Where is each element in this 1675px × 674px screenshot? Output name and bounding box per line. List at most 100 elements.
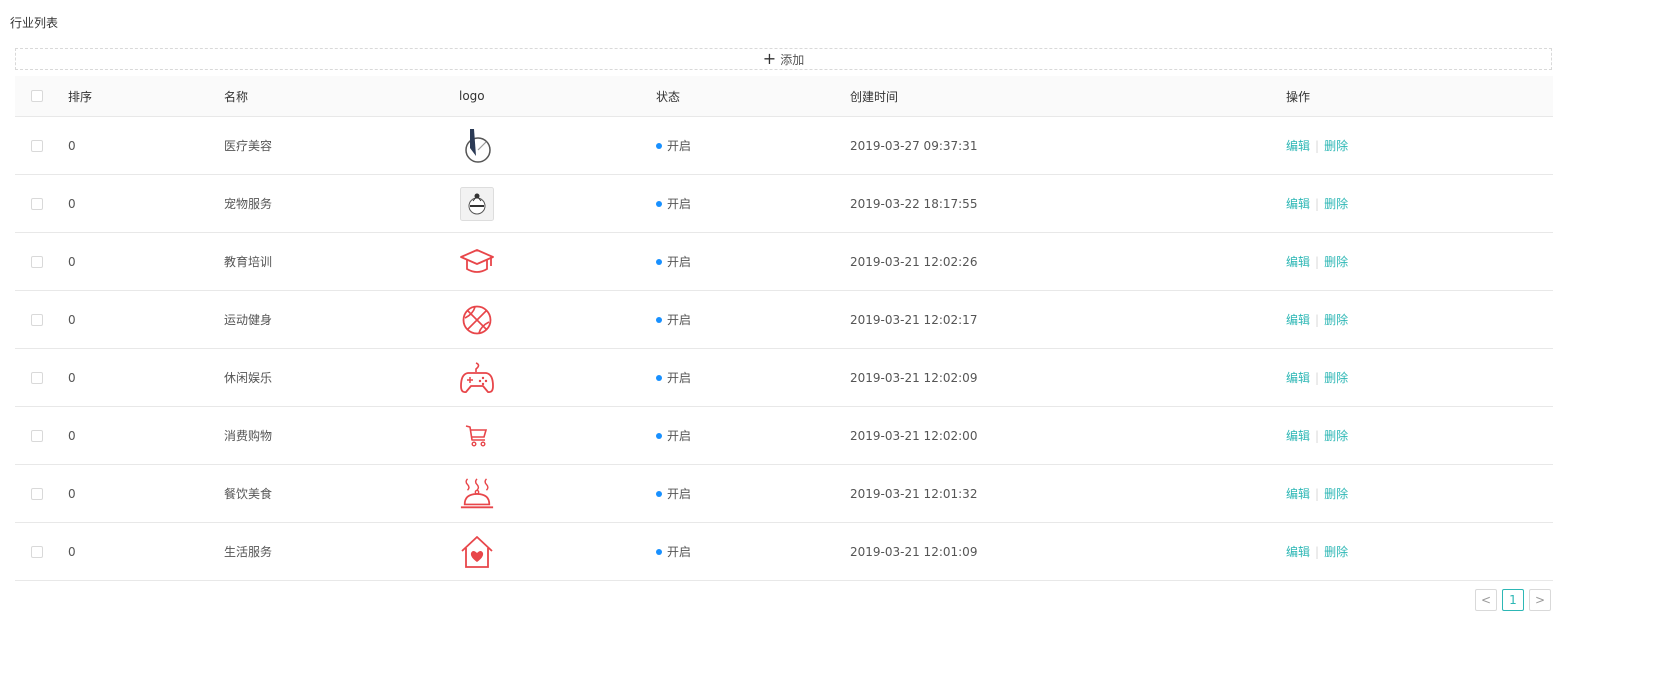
row-sort: 0 xyxy=(68,486,76,501)
status-dot-icon xyxy=(656,142,662,149)
status-text: 开启 xyxy=(667,139,692,153)
row-sort: 0 xyxy=(68,312,76,327)
select-all-checkbox[interactable] xyxy=(31,90,43,102)
home-heart-icon xyxy=(459,534,495,570)
row-sort: 0 xyxy=(68,254,76,269)
action-divider: | xyxy=(1315,312,1320,327)
row-name: 教育培训 xyxy=(224,255,273,269)
next-page-button[interactable]: > xyxy=(1529,589,1551,611)
row-name: 运动健身 xyxy=(224,313,273,327)
industry-table: 排序 名称 logo 状态 创建时间 操作 0 医疗美容 开启 2019-03-… xyxy=(15,76,1553,581)
edit-link[interactable]: 编辑 xyxy=(1286,369,1310,386)
page-number-button[interactable]: 1 xyxy=(1502,589,1524,611)
food-cloche-icon xyxy=(459,476,495,512)
row-created-time: 2019-03-21 12:01:32 xyxy=(850,486,978,501)
status-dot-icon xyxy=(656,316,662,323)
shopping-cart-icon xyxy=(459,418,495,454)
row-actions: 编辑 | 删除 xyxy=(1286,349,1348,406)
row-name: 医疗美容 xyxy=(224,139,273,153)
edit-link[interactable]: 编辑 xyxy=(1286,137,1310,154)
row-actions: 编辑 | 删除 xyxy=(1286,523,1348,580)
row-checkbox[interactable] xyxy=(31,487,43,500)
action-divider: | xyxy=(1315,428,1320,443)
edit-link[interactable]: 编辑 xyxy=(1286,195,1310,212)
row-name: 休闲娱乐 xyxy=(224,371,273,385)
status-badge: 开启 xyxy=(656,117,691,174)
pagination: < 1 > xyxy=(1475,589,1551,611)
edit-link[interactable]: 编辑 xyxy=(1286,543,1310,560)
action-divider: | xyxy=(1315,196,1320,211)
row-sort: 0 xyxy=(68,196,76,211)
row-checkbox[interactable] xyxy=(31,429,43,442)
row-created-time: 2019-03-27 09:37:31 xyxy=(850,138,978,153)
status-badge: 开启 xyxy=(656,233,691,290)
status-text: 开启 xyxy=(667,371,692,385)
status-dot-icon xyxy=(656,374,662,381)
status-badge: 开启 xyxy=(656,465,691,522)
row-actions: 编辑 | 删除 xyxy=(1286,291,1348,348)
table-row: 0 运动健身 开启 2019-03-21 12:02:17 编辑 | 删除 xyxy=(15,291,1553,349)
add-button-label: 添加 xyxy=(780,52,805,67)
delete-link[interactable]: 删除 xyxy=(1324,369,1348,386)
add-button[interactable]: + 添加 xyxy=(15,48,1552,70)
action-divider: | xyxy=(1315,138,1320,153)
plus-icon: + xyxy=(762,49,777,68)
row-sort: 0 xyxy=(68,370,76,385)
column-header-status: 状态 xyxy=(656,89,681,104)
action-divider: | xyxy=(1315,544,1320,559)
row-checkbox[interactable] xyxy=(31,255,43,268)
prev-page-button[interactable]: < xyxy=(1475,589,1497,611)
row-created-time: 2019-03-21 12:02:00 xyxy=(850,428,978,443)
edit-link[interactable]: 编辑 xyxy=(1286,427,1310,444)
status-text: 开启 xyxy=(667,255,692,269)
column-header-sort: 排序 xyxy=(68,89,93,104)
table-row: 0 休闲娱乐 开启 2019-03-21 12:02:09 编辑 | 删除 xyxy=(15,349,1553,407)
row-checkbox[interactable] xyxy=(31,545,43,558)
row-name: 生活服务 xyxy=(224,545,273,559)
status-text: 开启 xyxy=(667,487,692,501)
row-checkbox[interactable] xyxy=(31,139,43,152)
row-created-time: 2019-03-21 12:02:26 xyxy=(850,254,978,269)
row-sort: 0 xyxy=(68,428,76,443)
row-actions: 编辑 | 删除 xyxy=(1286,117,1348,174)
row-created-time: 2019-03-21 12:01:09 xyxy=(850,544,978,559)
pet-service-icon xyxy=(459,186,495,222)
row-checkbox[interactable] xyxy=(31,313,43,326)
action-divider: | xyxy=(1315,370,1320,385)
delete-link[interactable]: 删除 xyxy=(1324,253,1348,270)
row-name: 宠物服务 xyxy=(224,197,273,211)
table-row: 0 消费购物 开启 2019-03-21 12:02:00 编辑 | 删除 xyxy=(15,407,1553,465)
edit-link[interactable]: 编辑 xyxy=(1286,485,1310,502)
delete-link[interactable]: 删除 xyxy=(1324,137,1348,154)
row-checkbox[interactable] xyxy=(31,197,43,210)
table-row: 0 生活服务 开启 2019-03-21 12:01:09 编辑 | 删除 xyxy=(15,523,1553,581)
page-title: 行业列表 xyxy=(10,16,59,30)
delete-link[interactable]: 删除 xyxy=(1324,195,1348,212)
status-badge: 开启 xyxy=(656,175,691,232)
row-actions: 编辑 | 删除 xyxy=(1286,407,1348,464)
status-dot-icon xyxy=(656,548,662,555)
delete-link[interactable]: 删除 xyxy=(1324,485,1348,502)
table-row: 0 医疗美容 开启 2019-03-27 09:37:31 编辑 | 删除 xyxy=(15,117,1553,175)
row-checkbox[interactable] xyxy=(31,371,43,384)
table-body: 0 医疗美容 开启 2019-03-27 09:37:31 编辑 | 删除 0 宠物… xyxy=(15,117,1553,581)
row-name: 餐饮美食 xyxy=(224,487,273,501)
status-dot-icon xyxy=(656,200,662,207)
table-header: 排序 名称 logo 状态 创建时间 操作 xyxy=(15,76,1553,117)
row-created-time: 2019-03-21 12:02:17 xyxy=(850,312,978,327)
status-text: 开启 xyxy=(667,545,692,559)
status-text: 开启 xyxy=(667,313,692,327)
status-text: 开启 xyxy=(667,429,692,443)
edit-link[interactable]: 编辑 xyxy=(1286,253,1310,270)
row-created-time: 2019-03-21 12:02:09 xyxy=(850,370,978,385)
edit-link[interactable]: 编辑 xyxy=(1286,311,1310,328)
table-row: 0 宠物服务 开启 2019-03-22 18:17:55 编辑 | 删除 xyxy=(15,175,1553,233)
status-badge: 开启 xyxy=(656,407,691,464)
row-actions: 编辑 | 删除 xyxy=(1286,465,1348,522)
row-actions: 编辑 | 删除 xyxy=(1286,233,1348,290)
basketball-icon xyxy=(459,302,495,338)
delete-link[interactable]: 删除 xyxy=(1324,543,1348,560)
delete-link[interactable]: 删除 xyxy=(1324,427,1348,444)
row-actions: 编辑 | 删除 xyxy=(1286,175,1348,232)
delete-link[interactable]: 删除 xyxy=(1324,311,1348,328)
